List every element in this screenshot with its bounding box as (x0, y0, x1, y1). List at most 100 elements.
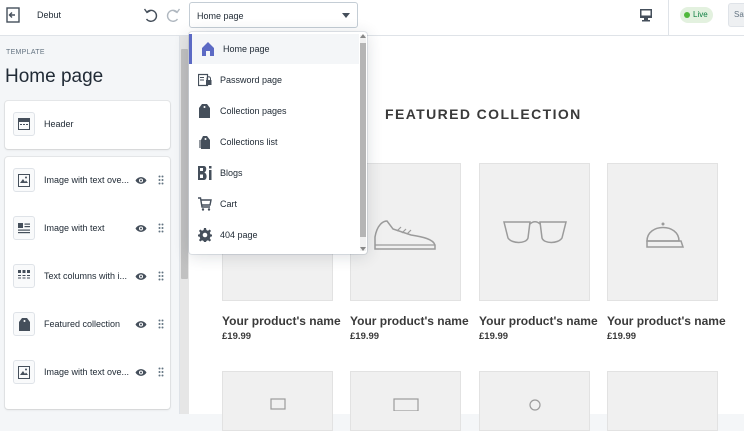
top-bar: Debut Home page Live Save (0, 0, 744, 36)
sidebar-scrollbar[interactable] (180, 36, 189, 414)
save-label: Save (734, 10, 744, 19)
dropdown-scrollbar[interactable] (360, 35, 366, 251)
eye-icon[interactable] (135, 176, 147, 185)
header-layout-icon (13, 112, 35, 136)
product-image[interactable] (222, 371, 333, 431)
section-label: Image with text ove... (44, 367, 130, 377)
save-button[interactable]: Save (728, 3, 744, 27)
header-section-card[interactable]: Header (5, 101, 170, 149)
dropdown-item-collections-list[interactable]: Collections list (189, 127, 359, 157)
featured-collection-title: FEATURED COLLECTION (385, 106, 582, 122)
section-row[interactable]: Image with text (5, 205, 170, 251)
product-name[interactable]: Your product's name (222, 314, 341, 328)
sidebar: TEMPLATE Home page Header Image with tex… (0, 36, 180, 414)
eye-icon[interactable] (135, 368, 147, 377)
image-text-overlay-icon (13, 360, 35, 384)
live-status-badge: Live (680, 7, 713, 23)
dropdown-scrollbar-thumb[interactable] (360, 43, 366, 237)
product-price: £19.99 (222, 331, 252, 342)
section-label: Text columns with i... (44, 271, 128, 281)
page-dropdown-menu: Home page Password page Collection pages… (189, 32, 367, 254)
section-label-header: Header (44, 119, 74, 129)
product-image[interactable] (350, 371, 461, 431)
eye-icon[interactable] (135, 320, 147, 329)
dropdown-item-blogs[interactable]: Blogs (189, 158, 359, 188)
image-text-icon (13, 216, 35, 240)
gear-icon (198, 227, 212, 243)
section-label: Image with text ove... (44, 175, 130, 185)
eye-icon[interactable] (135, 224, 147, 233)
home-icon (201, 41, 215, 57)
section-row[interactable]: Text columns with i... (5, 253, 170, 299)
template-title: Home page (5, 66, 104, 87)
product-name[interactable]: Your product's name (479, 314, 598, 328)
undo-button[interactable] (143, 5, 159, 25)
theme-name: Debut (37, 10, 62, 20)
monitor-icon (640, 9, 652, 22)
dropdown-item-label: Home page (223, 44, 270, 54)
scroll-up-arrow-icon[interactable] (360, 34, 366, 38)
collection-icon (198, 103, 212, 119)
dropdown-item-password-page[interactable]: Password page (189, 65, 359, 95)
section-label: Featured collection (44, 319, 121, 329)
sections-card: Image with text ove... Image with text T… (5, 157, 170, 409)
section-row[interactable]: Featured collection (5, 301, 170, 347)
dropdown-item-label: Collection pages (220, 106, 287, 116)
undo-icon (143, 8, 158, 22)
drag-handle-icon[interactable] (158, 367, 164, 377)
product-image[interactable] (607, 371, 718, 431)
toolbar-divider (668, 0, 669, 36)
sunglasses-icon (502, 221, 567, 244)
placeholder-product-icon (269, 398, 286, 410)
page-select[interactable]: Home page (189, 2, 358, 28)
blogs-icon (198, 165, 212, 181)
placeholder-product-icon (528, 399, 541, 411)
caret-down-icon (342, 13, 350, 18)
dropdown-item-home-page[interactable]: Home page (189, 34, 359, 64)
dropdown-item-label: Blogs (220, 168, 243, 178)
scrollbar-thumb[interactable] (181, 49, 188, 279)
product-image[interactable] (479, 163, 590, 301)
template-label: TEMPLATE (6, 49, 45, 56)
section-row-header[interactable]: Header (5, 101, 170, 147)
redo-icon (166, 8, 181, 22)
page-select-value: Home page (197, 11, 244, 21)
drag-handle-icon[interactable] (158, 271, 164, 281)
dropdown-item-label: Collections list (220, 137, 278, 147)
product-name[interactable]: Your product's name (350, 314, 469, 328)
device-toggle-button[interactable] (638, 5, 654, 25)
shoe-icon (373, 220, 436, 250)
exit-icon (6, 7, 20, 23)
text-columns-icon (13, 264, 35, 288)
dropdown-item-label: Cart (220, 199, 238, 209)
exit-button[interactable] (4, 4, 22, 26)
dropdown-item-label: Password page (220, 75, 283, 85)
placeholder-product-icon (392, 398, 419, 411)
dropdown-item-collection-pages[interactable]: Collection pages (189, 96, 359, 126)
section-row[interactable]: Image with text ove... (5, 349, 170, 395)
product-price: £19.99 (350, 331, 380, 342)
drag-handle-icon[interactable] (158, 319, 164, 329)
drag-handle-icon[interactable] (158, 223, 164, 233)
redo-button[interactable] (165, 5, 181, 25)
live-dot-icon (684, 12, 690, 18)
collection-tag-icon (13, 312, 35, 336)
collections-list-icon (198, 134, 212, 150)
dropdown-item-cart[interactable]: Cart (189, 189, 359, 219)
scroll-down-arrow-icon[interactable] (360, 247, 366, 251)
product-image[interactable] (479, 371, 590, 431)
dropdown-item-label: 404 page (220, 230, 258, 240)
section-label: Image with text (44, 223, 105, 233)
live-label: Live (693, 10, 708, 19)
cart-icon (198, 196, 212, 212)
eye-icon[interactable] (135, 272, 147, 281)
password-icon (198, 72, 212, 88)
section-row[interactable]: Image with text ove... (5, 157, 170, 203)
product-image[interactable] (607, 163, 718, 301)
dropdown-item-404-page[interactable]: 404 page (189, 220, 359, 250)
image-text-overlay-icon (13, 168, 35, 192)
cap-icon (645, 222, 684, 248)
drag-handle-icon[interactable] (158, 175, 164, 185)
product-name[interactable]: Your product's name (607, 314, 726, 328)
product-price: £19.99 (607, 331, 637, 342)
